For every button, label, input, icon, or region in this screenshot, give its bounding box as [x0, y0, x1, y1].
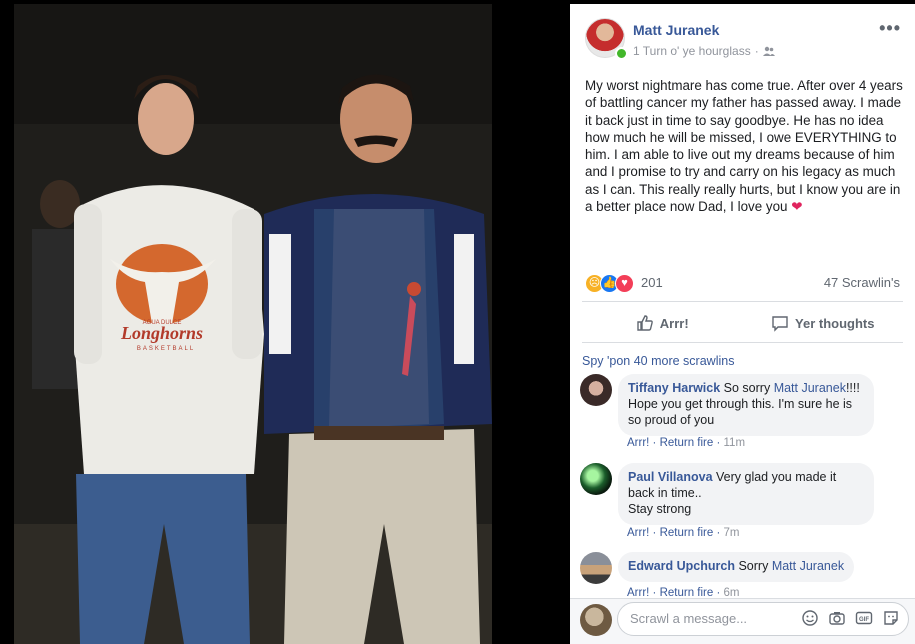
post-header: Matt Juranek 1 Turn o' ye hourglass · ••… — [585, 18, 905, 62]
comment-text: So sorry — [723, 381, 771, 395]
comment-text: Sorry — [738, 559, 769, 573]
camera-icon[interactable] — [828, 609, 846, 627]
photo-viewer: AGUA DULCE Longhorns BASKETBALL — [0, 0, 570, 644]
friends-audience-icon[interactable] — [762, 46, 775, 56]
post-meta: 1 Turn o' ye hourglass · — [633, 44, 775, 58]
comment-input[interactable]: Scrawl a message... GIF — [617, 602, 909, 636]
comment-reply-link[interactable]: Return fire — [660, 437, 714, 449]
comment-reply-link[interactable]: Return fire — [660, 527, 714, 539]
sticker-icon[interactable] — [882, 609, 900, 627]
divider — [582, 342, 903, 343]
post-timestamp[interactable]: 1 Turn o' ye hourglass — [633, 44, 751, 58]
reaction-count[interactable]: 201 — [641, 275, 663, 290]
comment-like-link[interactable]: Arrr! — [627, 527, 649, 539]
gif-icon[interactable]: GIF — [855, 609, 873, 627]
view-more-comments-link[interactable]: Spy 'pon 40 more scrawlins — [582, 354, 734, 368]
reactions-bar: ☹ 👍 ♥ 201 47 Scrawlin's — [585, 274, 900, 294]
comment-item: Edward Upchurch Sorry Matt Juranek Arrr!… — [580, 552, 905, 599]
composer-icons: GIF — [801, 609, 900, 627]
heart-emoji: ❤ — [791, 199, 803, 215]
comment-input-placeholder: Scrawl a message... — [630, 611, 748, 626]
commenter-avatar[interactable] — [580, 552, 612, 584]
post-actions: Arrr! Yer thoughts — [582, 306, 903, 340]
shirt-subtext: BASKETBALL — [137, 346, 195, 352]
comment-button[interactable]: Yer thoughts — [743, 306, 904, 340]
divider — [582, 301, 903, 302]
comment-text-continued: Stay strong — [628, 502, 692, 516]
comment-label: Yer thoughts — [795, 315, 875, 331]
post-text: My worst nightmare has come true. After … — [585, 77, 903, 215]
commenter-avatar[interactable] — [580, 463, 612, 495]
comment-icon — [772, 316, 788, 332]
comment-bubble: Edward Upchurch Sorry Matt Juranek — [618, 552, 855, 582]
comment-composer: Scrawl a message... GIF — [570, 598, 915, 644]
post-message: My worst nightmare has come true. After … — [585, 78, 903, 215]
commenter-avatar[interactable] — [580, 374, 612, 406]
comment-time[interactable]: 11m — [724, 437, 746, 449]
post-photo[interactable]: AGUA DULCE Longhorns BASKETBALL — [14, 4, 492, 644]
emoji-icon[interactable] — [801, 609, 819, 627]
more-options-button[interactable]: ••• — [879, 18, 901, 39]
share-count[interactable]: 47 Scrawlin's — [824, 275, 900, 290]
photo-illustration: AGUA DULCE Longhorns BASKETBALL — [14, 4, 492, 644]
svg-text:GIF: GIF — [859, 617, 869, 623]
author-name[interactable]: Matt Juranek — [633, 22, 719, 38]
dot-separator: · — [754, 44, 759, 58]
love-reaction-icon: ♥ — [615, 274, 634, 293]
current-user-avatar — [580, 604, 612, 636]
comment-bubble: Paul Villanova Very glad you made it bac… — [618, 463, 874, 525]
post-panel: Matt Juranek 1 Turn o' ye hourglass · ••… — [570, 4, 915, 644]
like-button[interactable]: Arrr! — [582, 306, 743, 340]
shirt-logo-text: Longhorns — [120, 323, 203, 343]
comment-item: Tiffany Harwick So sorry Matt Juranek!!!… — [580, 374, 905, 454]
comment-meta: Arrr! · Return fire · 11m — [627, 437, 746, 449]
mention-link[interactable]: Matt Juranek — [774, 381, 846, 395]
comment-like-link[interactable]: Arrr! — [627, 437, 649, 449]
thumbs-up-icon — [637, 315, 653, 331]
commenter-name[interactable]: Paul Villanova — [628, 470, 713, 484]
comment-item: Paul Villanova Very glad you made it bac… — [580, 463, 905, 543]
commenter-name[interactable]: Tiffany Harwick — [628, 381, 720, 395]
like-label: Arrr! — [659, 315, 689, 331]
comment-meta: Arrr! · Return fire · 7m — [627, 527, 740, 539]
commenter-name[interactable]: Edward Upchurch — [628, 559, 735, 573]
mention-link[interactable]: Matt Juranek — [772, 559, 844, 573]
comment-bubble: Tiffany Harwick So sorry Matt Juranek!!!… — [618, 374, 874, 436]
online-status-dot — [615, 47, 628, 60]
reaction-icons[interactable]: ☹ 👍 ♥ — [585, 274, 634, 293]
comment-time[interactable]: 7m — [724, 527, 740, 539]
